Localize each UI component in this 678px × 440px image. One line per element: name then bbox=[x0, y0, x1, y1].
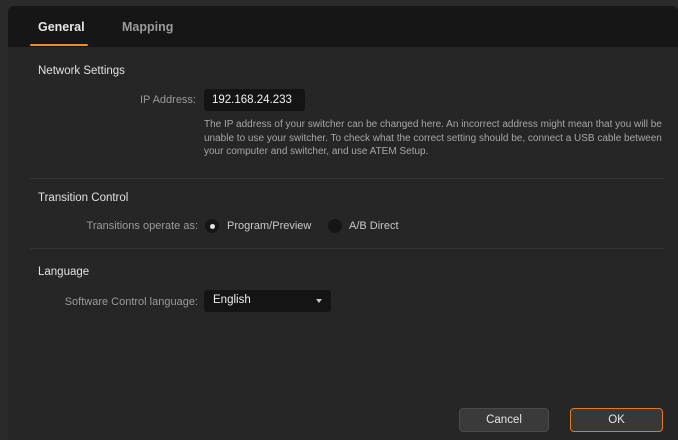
tab-bar: General Mapping bbox=[8, 6, 678, 47]
active-tab-indicator bbox=[30, 44, 88, 46]
chevron-down-icon bbox=[316, 299, 322, 303]
language-select[interactable]: English bbox=[204, 290, 331, 312]
radio-selected-dot bbox=[209, 223, 215, 229]
network-settings-heading: Network Settings bbox=[38, 65, 125, 77]
ip-address-label: IP Address: bbox=[139, 94, 196, 106]
language-select-value: English bbox=[213, 294, 251, 306]
ip-address-input[interactable] bbox=[204, 89, 305, 111]
software-control-language-label: Software Control language: bbox=[64, 296, 198, 308]
settings-window: General Mapping Network Settings IP Addr… bbox=[8, 6, 678, 440]
ok-button[interactable]: OK bbox=[570, 408, 663, 432]
ab-direct-radio[interactable] bbox=[328, 219, 342, 233]
ip-address-help-text: The IP address of your switcher can be c… bbox=[204, 119, 662, 158]
transition-control-heading: Transition Control bbox=[38, 192, 129, 204]
ab-direct-label[interactable]: A/B Direct bbox=[349, 220, 399, 232]
section-divider bbox=[30, 178, 664, 179]
tab-mapping[interactable]: Mapping bbox=[122, 20, 173, 34]
program-preview-radio[interactable] bbox=[205, 219, 219, 233]
section-divider bbox=[30, 248, 664, 249]
language-heading: Language bbox=[38, 266, 90, 278]
cancel-button[interactable]: Cancel bbox=[459, 408, 549, 432]
program-preview-label[interactable]: Program/Preview bbox=[227, 220, 311, 232]
transitions-operate-label: Transitions operate as: bbox=[86, 220, 198, 232]
tab-general[interactable]: General bbox=[38, 20, 85, 34]
